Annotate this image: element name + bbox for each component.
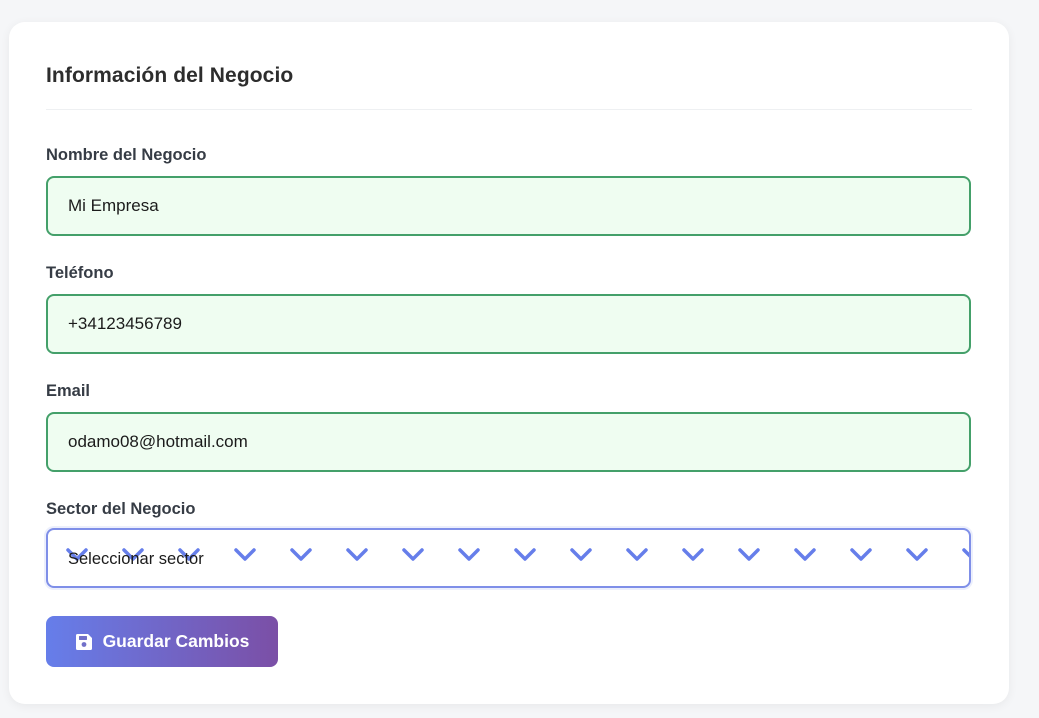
email-input[interactable] bbox=[48, 414, 969, 470]
sector-selected-value: Seleccionar sector bbox=[68, 550, 204, 568]
card-title: Información del Negocio bbox=[46, 64, 294, 87]
email-field bbox=[46, 412, 971, 472]
title-divider bbox=[46, 109, 972, 110]
email-label: Email bbox=[46, 382, 91, 400]
business-info-card: Información del Negocio Nombre del Negoc… bbox=[9, 22, 1009, 704]
sector-select[interactable]: Seleccionar sector bbox=[46, 528, 971, 588]
phone-input[interactable] bbox=[48, 296, 969, 352]
save-changes-label: Guardar Cambios bbox=[102, 631, 250, 651]
business-name-label: Nombre del Negocio bbox=[46, 146, 207, 164]
floppy-disk-icon bbox=[75, 633, 93, 651]
sector-label: Sector del Negocio bbox=[46, 500, 196, 518]
business-name-input[interactable] bbox=[48, 178, 969, 234]
business-name-field bbox=[46, 176, 971, 236]
save-changes-button[interactable]: Guardar Cambios bbox=[46, 616, 278, 667]
phone-field bbox=[46, 294, 971, 354]
phone-label: Teléfono bbox=[46, 264, 114, 282]
